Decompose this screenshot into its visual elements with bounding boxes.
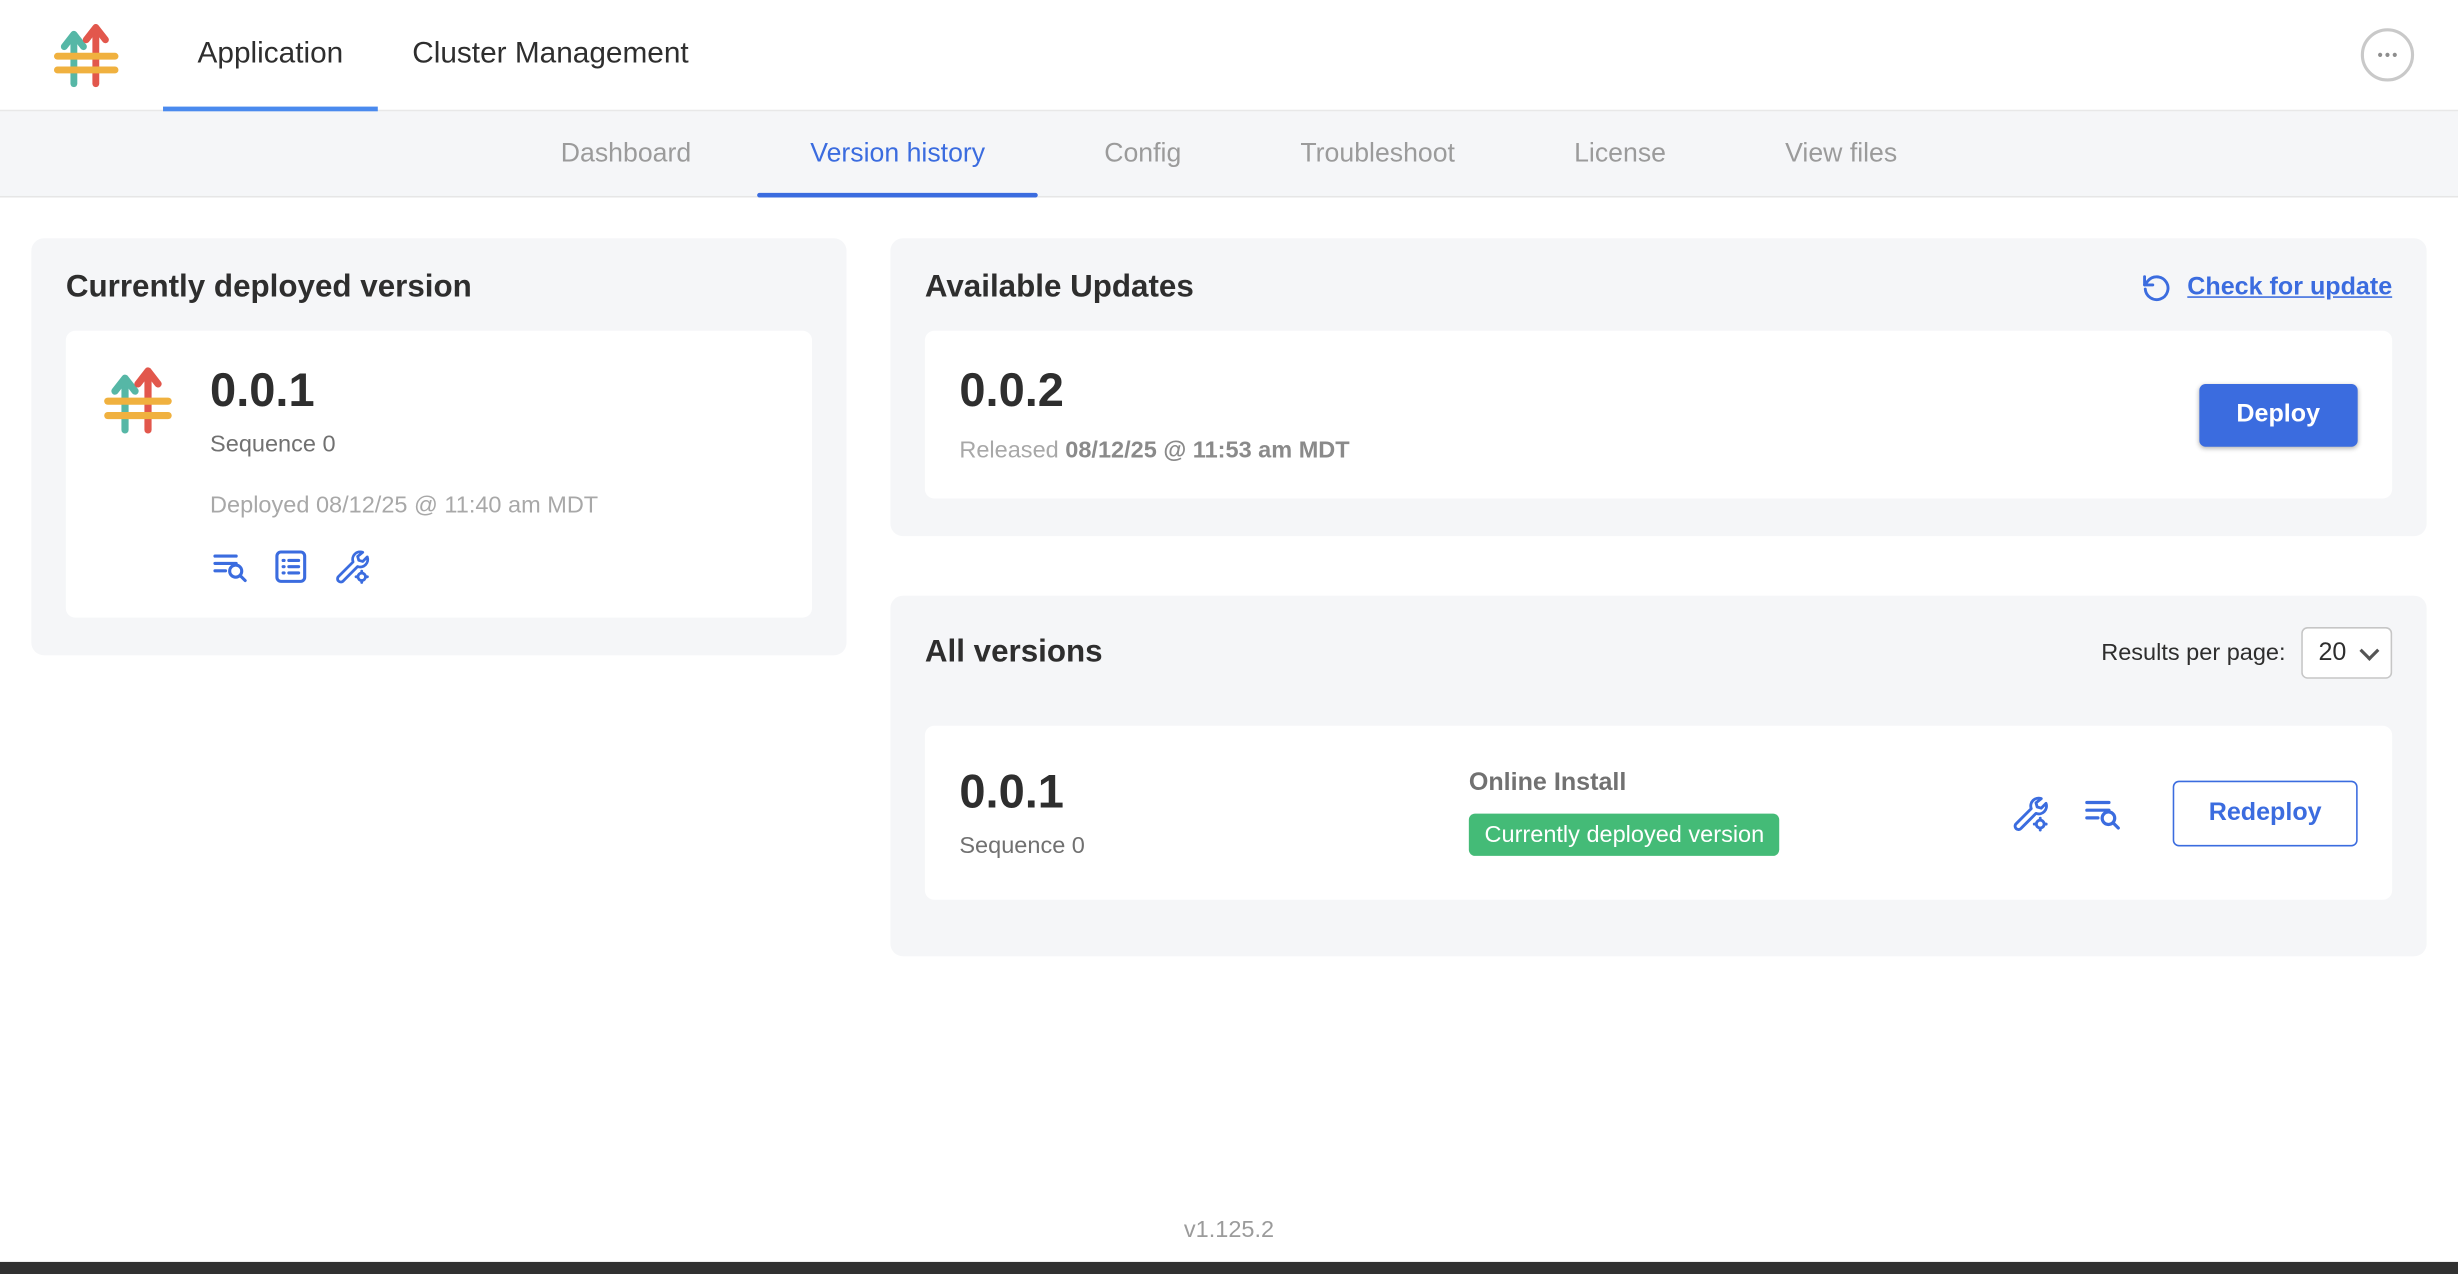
update-released-line: Released 08/12/25 @ 11:53 am MDT — [959, 437, 1349, 464]
subnav-item-dashboard[interactable]: Dashboard — [501, 111, 751, 196]
available-updates-card: Available Updates Check for update 0.0.2… — [890, 238, 2426, 536]
main-content: Currently deployed version 0.0.1 Sequenc… — [0, 198, 2458, 1198]
available-updates-title: Available Updates — [925, 270, 1194, 306]
subnav-label-config: Config — [1104, 138, 1181, 169]
subnav-item-version-history[interactable]: Version history — [751, 111, 1045, 196]
config-wrench-icon[interactable] — [2010, 792, 2051, 833]
update-row: 0.0.2 Released 08/12/25 @ 11:53 am MDT D… — [925, 331, 2392, 499]
released-date: 08/12/25 @ 11:53 am MDT — [1065, 437, 1349, 464]
app-logo-icon — [103, 365, 172, 434]
deploy-button[interactable]: Deploy — [2199, 383, 2358, 446]
currently-deployed-version-card: 0.0.1 Sequence 0 Deployed 08/12/25 @ 11:… — [66, 331, 812, 618]
results-per-page-select[interactable]: 20 — [2301, 627, 2392, 679]
currently-deployed-badge: Currently deployed version — [1469, 814, 1780, 856]
version-row-number: 0.0.1 — [959, 767, 1468, 819]
all-versions-header: All versions Results per page: 20 — [925, 627, 2392, 679]
version-row-sequence: Sequence 0 — [959, 832, 1468, 859]
subnav-label-license: License — [1574, 138, 1666, 169]
tab-cluster-management-label: Cluster Management — [412, 38, 688, 72]
subnav-item-config[interactable]: Config — [1045, 111, 1241, 196]
subnav-label-version-history: Version history — [810, 138, 985, 169]
admin-console-screen: Application Cluster Management Dashboard… — [0, 0, 2458, 1274]
redeploy-button[interactable]: Redeploy — [2173, 780, 2358, 846]
currently-deployed-card: Currently deployed version 0.0.1 Sequenc… — [31, 238, 846, 655]
version-row: 0.0.1 Sequence 0 Online Install Currentl… — [925, 726, 2392, 900]
header-right — [2361, 0, 2414, 110]
release-notes-icon[interactable] — [210, 547, 249, 586]
right-column: Available Updates Check for update 0.0.2… — [890, 238, 2426, 956]
subnav-label-dashboard: Dashboard — [561, 138, 691, 169]
check-for-update-link[interactable]: Check for update — [2140, 271, 2392, 304]
left-column: Currently deployed version 0.0.1 Sequenc… — [31, 238, 846, 655]
subnav-item-license[interactable]: License — [1515, 111, 1726, 196]
subnav-item-troubleshoot[interactable]: Troubleshoot — [1241, 111, 1515, 196]
all-versions-card: All versions Results per page: 20 0.0.1 — [890, 596, 2426, 957]
top-header: Application Cluster Management — [0, 0, 2458, 111]
released-prefix: Released — [959, 437, 1058, 464]
subnav-item-view-files[interactable]: View files — [1726, 111, 1957, 196]
version-row-status: Online Install Currently deployed versio… — [1469, 770, 1780, 856]
refresh-icon — [2140, 271, 2173, 304]
preflight-checks-icon[interactable] — [271, 547, 310, 586]
app-logo — [53, 0, 119, 110]
deployed-version-number: 0.0.1 — [210, 365, 598, 417]
available-updates-header: Available Updates Check for update — [925, 270, 2392, 306]
version-row-actions: Redeploy — [2010, 780, 2358, 846]
bottom-bar — [0, 1262, 2458, 1274]
release-notes-icon[interactable] — [2082, 792, 2123, 833]
app-logo-icon — [53, 22, 119, 88]
update-details: 0.0.2 Released 08/12/25 @ 11:53 am MDT — [959, 365, 1349, 464]
subnav-label-view-files: View files — [1785, 138, 1897, 169]
tab-application[interactable]: Application — [163, 0, 378, 110]
subnav-label-troubleshoot: Troubleshoot — [1300, 138, 1455, 169]
config-wrench-icon[interactable] — [332, 547, 371, 586]
results-per-page-label: Results per page: — [2101, 640, 2285, 667]
tab-cluster-management[interactable]: Cluster Management — [378, 0, 723, 110]
all-versions-title: All versions — [925, 635, 1103, 671]
header-tabs: Application Cluster Management — [163, 0, 723, 110]
install-type-label: Online Install — [1469, 770, 1780, 798]
results-per-page-select-wrap: 20 — [2301, 627, 2392, 679]
deployed-sequence: Sequence 0 — [210, 431, 598, 458]
console-version: v1.125.2 — [1184, 1216, 1274, 1243]
check-for-update-label: Check for update — [2187, 274, 2392, 302]
footer: v1.125.2 — [0, 1198, 2458, 1262]
update-version-number: 0.0.2 — [959, 365, 1349, 417]
results-per-page: Results per page: 20 — [2101, 627, 2392, 679]
deployed-version-details: 0.0.1 Sequence 0 Deployed 08/12/25 @ 11:… — [210, 365, 598, 586]
overflow-menu-button[interactable] — [2361, 28, 2414, 81]
app-subnav: Dashboard Version history Config Trouble… — [0, 111, 2458, 197]
deployed-timestamp: Deployed 08/12/25 @ 11:40 am MDT — [210, 492, 598, 519]
ellipsis-icon — [2375, 42, 2400, 67]
version-row-details: 0.0.1 Sequence 0 — [959, 767, 1468, 859]
currently-deployed-title: Currently deployed version — [66, 270, 812, 306]
tab-application-label: Application — [198, 38, 344, 72]
deployed-action-icons — [210, 547, 598, 586]
